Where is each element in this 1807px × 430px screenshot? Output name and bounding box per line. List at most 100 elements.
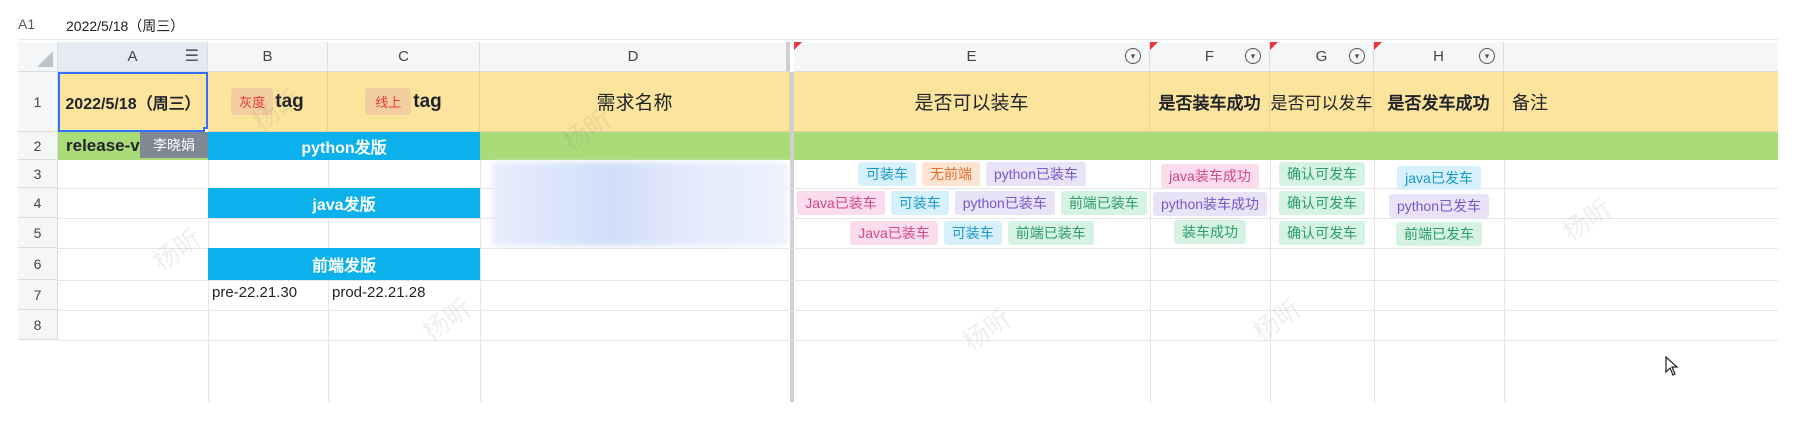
cell-i1[interactable]: 备注 — [1504, 72, 1778, 132]
gridline — [58, 310, 1778, 311]
tag: 确认可发车 — [1279, 162, 1365, 186]
tag: java装车成功 — [1161, 164, 1259, 188]
comment-marker — [1150, 42, 1158, 50]
cell-text: 是否发车成功 — [1387, 94, 1490, 113]
chevron-down-icon[interactable]: ▾ — [1349, 48, 1365, 64]
cell-a1[interactable]: 2022/5/18（周三） — [58, 72, 211, 135]
python-release-band[interactable]: python发版 — [208, 132, 480, 160]
column-label: E — [966, 48, 977, 65]
row-header-4[interactable]: 4 — [18, 188, 58, 218]
cell-text: 需求名称 — [596, 93, 673, 114]
chevron-down-icon[interactable]: ▾ — [1479, 48, 1495, 64]
column-header-b[interactable]: B — [208, 42, 328, 72]
watermark: 杨昕 — [956, 302, 1017, 357]
cell-g3[interactable]: 确认可发车 — [1270, 160, 1374, 188]
tag: python已装车 — [954, 191, 1055, 215]
column-label: B — [262, 48, 273, 65]
column-header-g[interactable]: G ▾ — [1270, 42, 1374, 72]
tag: 前端已装车 — [1060, 191, 1147, 215]
tag: python已装车 — [985, 162, 1087, 186]
column-header-e[interactable]: E ▾ — [794, 42, 1150, 72]
row-header-5[interactable]: 5 — [18, 218, 58, 248]
formula-value[interactable]: 2022/5/18（周三） — [66, 16, 184, 36]
tag: Java已装车 — [797, 191, 885, 215]
gray-release-badge: 灰度 — [231, 88, 274, 115]
tag: python装车成功 — [1152, 192, 1268, 216]
comment-marker — [1270, 42, 1278, 50]
cell-text: 2022/5/18（周三） — [65, 96, 201, 113]
tag: Java已装车 — [850, 221, 938, 245]
row-label: 2 — [33, 137, 42, 154]
chevron-down-icon[interactable]: ▾ — [1245, 48, 1261, 64]
column-header-c[interactable]: C — [328, 42, 480, 72]
tag: 前端已发车 — [1396, 222, 1482, 246]
cell-text: 是否可以发车 — [1270, 94, 1373, 113]
row-header-2[interactable]: 2 — [18, 132, 58, 160]
column-header-a[interactable]: A ☰ — [58, 42, 208, 72]
chevron-down-icon[interactable]: ▾ — [1125, 48, 1141, 64]
cell-g1[interactable]: 是否可以发车 — [1270, 72, 1374, 132]
tag: 前端已装车 — [1007, 221, 1094, 245]
cell-b7[interactable]: pre-22.21.30 — [212, 284, 297, 301]
blurred-requirement-names — [492, 162, 788, 246]
column-header-h[interactable]: H ▾ — [1374, 42, 1504, 72]
cell-d1[interactable]: 需求名称 — [480, 72, 790, 132]
row2-green-band[interactable] — [480, 132, 1778, 160]
tag: 确认可发车 — [1279, 191, 1365, 215]
band-label: python发版 — [301, 140, 387, 157]
tag: 可装车 — [943, 221, 1002, 245]
cell-c1[interactable]: 线上 tag — [328, 72, 480, 132]
tag: 装车成功 — [1174, 220, 1246, 244]
row-label: 6 — [33, 255, 42, 272]
collaborator-tag: 李晓娟 — [140, 132, 208, 158]
row-header-1[interactable]: 1 — [18, 72, 58, 132]
cell-text: 是否可以装车 — [914, 93, 1029, 114]
cell-f3[interactable]: java装车成功 python装车成功 装车成功 — [1150, 164, 1270, 244]
tag: 确认可发车 — [1279, 221, 1365, 245]
cell-e5[interactable]: Java已装车 可装车 前端已装车 — [794, 218, 1150, 248]
column-label: D — [627, 48, 639, 65]
row-label: 8 — [33, 316, 42, 333]
mouse-cursor-icon — [1665, 356, 1679, 376]
row-header-7[interactable]: 7 — [18, 280, 58, 310]
cell-text: 备注 — [1512, 92, 1548, 113]
formula-bar: A1 2022/5/18（周三） — [18, 10, 1778, 40]
cell-c7[interactable]: prod-22.21.28 — [332, 284, 425, 301]
cell-text: release-v — [66, 136, 140, 155]
tag: 可装车 — [857, 162, 916, 186]
java-release-band[interactable]: java发版 — [208, 188, 480, 218]
online-badge: 线上 — [365, 88, 412, 115]
row-label: 5 — [33, 224, 42, 241]
cell-b1[interactable]: 灰度 tag — [208, 72, 328, 132]
row-label: 3 — [33, 165, 42, 182]
column-header-f[interactable]: F ▾ — [1150, 42, 1270, 72]
tag: 无前端 — [921, 162, 980, 186]
cell-e1[interactable]: 是否可以装车 — [794, 72, 1150, 132]
frontend-release-band[interactable]: 前端发版 — [208, 248, 480, 280]
freeze-divider — [790, 132, 794, 160]
cell-h3[interactable]: java已发车 python已发车 前端已发车 — [1374, 166, 1504, 246]
comment-marker — [1374, 42, 1382, 50]
column-label: H — [1433, 48, 1444, 65]
select-all-corner[interactable] — [18, 42, 58, 72]
cell-h1[interactable]: 是否发车成功 — [1374, 72, 1504, 132]
row-header-8[interactable]: 8 — [18, 310, 58, 340]
cell-g5[interactable]: 确认可发车 — [1270, 218, 1374, 248]
row-header-6[interactable]: 6 — [18, 248, 58, 280]
row-label: 7 — [33, 286, 42, 303]
cell-text: tag — [275, 90, 304, 112]
column-header-d[interactable]: D — [480, 42, 790, 72]
cell-g4[interactable]: 确认可发车 — [1270, 188, 1374, 218]
column-label: C — [398, 48, 409, 65]
gridline — [58, 280, 1778, 281]
filter-icon[interactable]: ☰ — [185, 42, 199, 72]
cell-e4[interactable]: Java已装车 可装车 python已装车 前端已装车 — [794, 188, 1150, 218]
cell-e3[interactable]: 可装车 无前端 python已装车 — [794, 160, 1150, 188]
cell-f1[interactable]: 是否装车成功 — [1150, 72, 1270, 132]
cell-reference[interactable]: A1 — [18, 16, 54, 32]
row-label: 4 — [33, 194, 42, 211]
cell-text: tag — [413, 90, 442, 112]
band-label: 前端发版 — [311, 258, 376, 275]
row-header-3[interactable]: 3 — [18, 160, 58, 188]
tag: java已发车 — [1397, 166, 1481, 190]
